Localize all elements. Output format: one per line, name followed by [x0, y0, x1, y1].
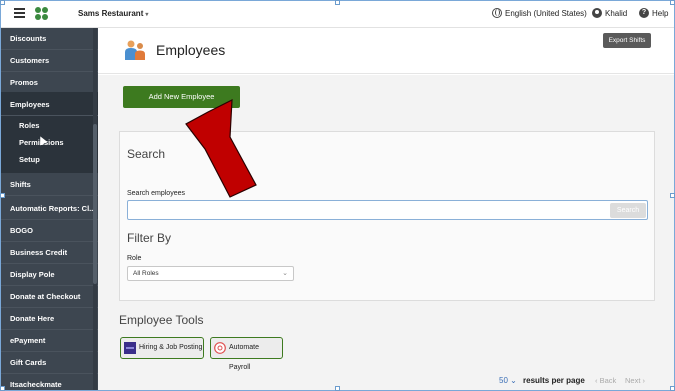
automate-payroll-button[interactable]: Automate Payroll [210, 337, 283, 371]
sidebar-item-display-pole[interactable]: Display Pole [0, 264, 98, 286]
resize-handle [335, 0, 340, 5]
sidebar-item-automatic-reports[interactable]: Automatic Reports: Cl... [0, 198, 98, 220]
role-select-value: All Roles [133, 270, 159, 277]
chevron-down-icon: ⌄ [510, 376, 517, 385]
page-size-select[interactable]: 50 ⌄ [499, 376, 517, 385]
page-header: Employees Export Shifts [98, 28, 675, 74]
help-label: Help [652, 8, 669, 18]
main-content: Add New Employee Search Search employees… [98, 75, 675, 391]
role-select[interactable]: All Roles ⌄ [127, 266, 294, 281]
restaurant-name: Sams Restaurant [78, 9, 144, 18]
restaurant-selector[interactable]: Sams Restaurant ▾ [78, 9, 148, 18]
resize-handle [670, 386, 675, 391]
page-title: Employees [156, 42, 226, 58]
search-heading: Search [127, 147, 166, 161]
chevron-down-icon: ⌄ [282, 270, 288, 277]
help-icon: ? [639, 8, 649, 18]
back-label: Back [599, 376, 617, 385]
search-panel: Search Search employees Search Filter By… [119, 131, 655, 301]
resize-handle [670, 193, 675, 198]
language-selector[interactable]: English (United States) [492, 8, 587, 18]
resize-handle [335, 386, 340, 391]
next-label: Next [625, 376, 641, 385]
sidebar-subitem-permissions[interactable]: Permissions [0, 134, 98, 151]
resize-handle [0, 386, 5, 391]
filter-heading: Filter By [127, 231, 172, 245]
hiring-job-posting-button[interactable]: Hiring & Job Posting [120, 337, 204, 359]
back-button[interactable]: ‹ Back [595, 376, 616, 385]
results-per-page-label: results per page [523, 376, 585, 385]
sidebar-item-gift-cards[interactable]: Gift Cards [0, 352, 98, 374]
sidebar-subitem-roles[interactable]: Roles [0, 117, 98, 134]
sidebar-subitem-setup[interactable]: Setup [0, 151, 98, 168]
sidebar-item-epayment[interactable]: ePayment [0, 330, 98, 352]
page-size-value: 50 [499, 376, 508, 385]
resize-handle [670, 0, 675, 5]
language-label: English (United States) [505, 8, 587, 18]
globe-icon [492, 8, 502, 18]
employee-tools-heading: Employee Tools [119, 313, 204, 327]
menu-icon[interactable] [14, 8, 25, 18]
payroll-label: Automate Payroll [229, 344, 259, 371]
resize-handle [0, 193, 5, 198]
payroll-icon [214, 342, 226, 354]
user-menu[interactable]: Khalid [592, 8, 627, 18]
add-new-employee-button[interactable]: Add New Employee [123, 86, 240, 108]
sidebar-item-bogo[interactable]: BOGO [0, 220, 98, 242]
sidebar-item-customers[interactable]: Customers [0, 50, 98, 72]
search-input[interactable] [127, 200, 648, 220]
employees-icon [125, 40, 145, 60]
hiring-icon [124, 342, 136, 354]
role-label: Role [127, 255, 142, 262]
sidebar-item-promos[interactable]: Promos [0, 72, 98, 94]
sidebar-item-itsacheckmate[interactable]: Itsacheckmate [0, 374, 98, 391]
search-employees-label: Search employees [127, 190, 185, 197]
resize-handle [0, 0, 5, 5]
app-logo-icon [35, 7, 48, 20]
sidebar-scroll-thumb[interactable] [93, 124, 97, 284]
help-link[interactable]: ? Help [639, 8, 668, 18]
sidebar-item-business-credit[interactable]: Business Credit [0, 242, 98, 264]
next-button[interactable]: Next › [625, 376, 645, 385]
sidebar-item-donate-here[interactable]: Donate Here [0, 308, 98, 330]
user-name: Khalid [605, 8, 628, 18]
sidebar: Discounts Customers Promos Employees Rol… [0, 28, 98, 391]
user-icon [592, 8, 602, 18]
hiring-label: Hiring & Job Posting [139, 344, 203, 351]
chevron-down-icon: ▾ [145, 12, 149, 18]
sidebar-item-employees[interactable]: Employees [0, 94, 98, 116]
sidebar-item-discounts[interactable]: Discounts [0, 28, 98, 50]
export-shifts-button[interactable]: Export Shifts [603, 33, 651, 48]
pagination: 50 ⌄ results per page ‹ Back Next › [98, 372, 675, 391]
sidebar-item-donate-at-checkout[interactable]: Donate at Checkout [0, 286, 98, 308]
search-button[interactable]: Search [610, 203, 646, 218]
sidebar-item-shifts[interactable]: Shifts [0, 174, 98, 196]
